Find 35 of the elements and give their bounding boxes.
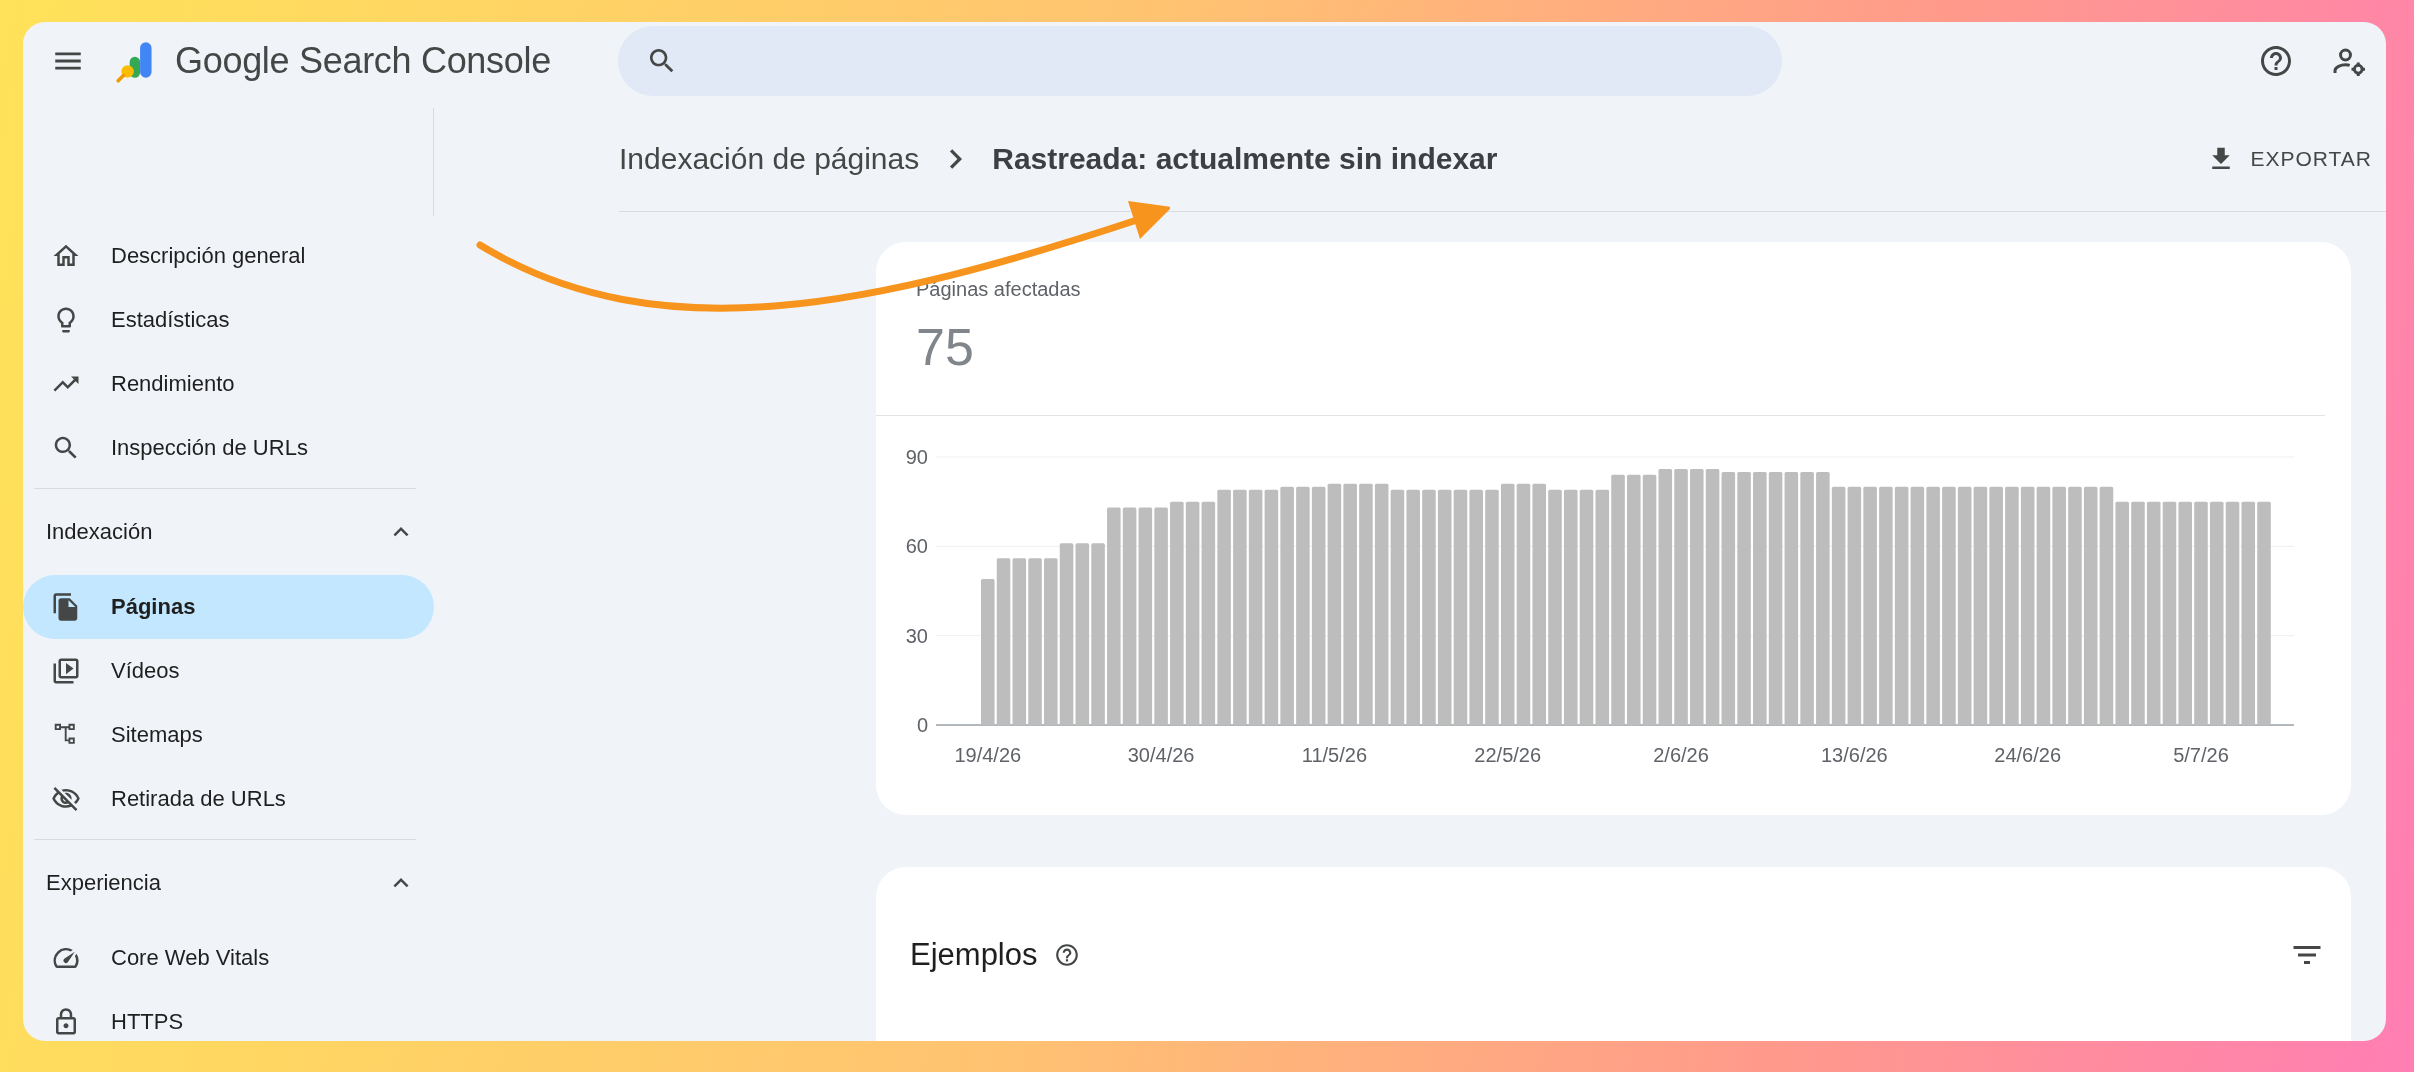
sidebar-item[interactable]: Descripción general: [23, 224, 434, 288]
axis-label: 2/6/26: [1653, 744, 1709, 766]
metric-value: 75: [915, 317, 975, 377]
sidebar-item[interactable]: Rendimiento: [23, 352, 434, 416]
sidebar-item[interactable]: HTTPS: [23, 990, 434, 1041]
app-title: Google Search Console: [175, 40, 551, 82]
sidebar-item[interactable]: Core Web Vitals: [23, 926, 434, 990]
axis-label: 30: [906, 624, 928, 647]
axis-label: 22/5/26: [1474, 744, 1542, 766]
section-title: Indexación: [46, 519, 154, 545]
help-icon[interactable]: [2258, 43, 2294, 79]
axis-label: 13/6/26: [1821, 744, 1888, 766]
chevron-right-icon: [949, 148, 963, 169]
axis-label: 30/4/26: [1127, 744, 1195, 766]
breadcrumb-link[interactable]: Indexación de páginas: [619, 141, 920, 176]
axis-label: 0: [916, 714, 928, 736]
axis-label: 5/7/26: [2173, 744, 2229, 766]
sidebar-item[interactable]: Retirada de URLs: [23, 767, 434, 831]
axis-label: 19/4/26: [954, 744, 1022, 766]
video-library-icon: [51, 656, 81, 686]
axis-label: 24/6/26: [1994, 744, 2062, 766]
sidebar-item[interactable]: Estadísticas: [23, 288, 434, 352]
help-icon[interactable]: [1053, 942, 1080, 968]
axis-label: 60: [906, 535, 928, 558]
sidebar-item[interactable]: Vídeos: [23, 639, 434, 703]
axis-label: 11/5/26: [1301, 744, 1368, 766]
sidebar-item[interactable]: Inspección de URLs: [23, 416, 434, 480]
export-button[interactable]: EXPORTAR: [2192, 135, 2386, 182]
axis-label: 90: [906, 446, 928, 468]
section-title: Ejemplos: [910, 937, 1038, 973]
section-title: Experiencia: [46, 870, 162, 896]
sidebar-item[interactable]: Sitemaps: [23, 703, 434, 767]
eye-off-icon: [51, 784, 81, 814]
page-title: Rastreada: actualmente sin indexar: [992, 141, 1498, 176]
sidebar-item[interactable]: Páginas: [23, 575, 434, 639]
